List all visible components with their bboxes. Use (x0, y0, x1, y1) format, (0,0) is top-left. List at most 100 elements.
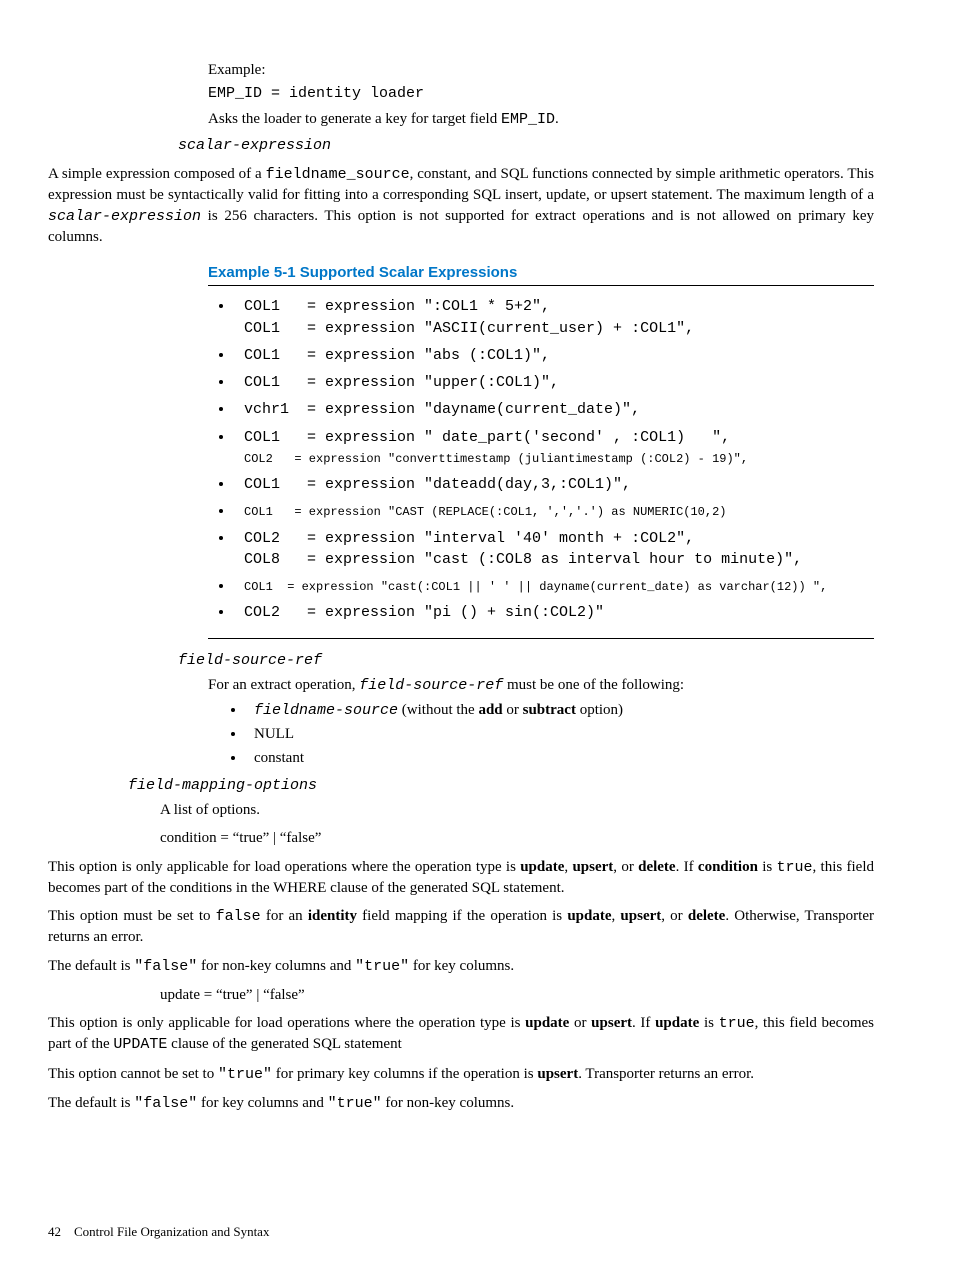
footer-title: Control File Organization and Syntax (74, 1224, 269, 1239)
text: field mapping if the operation is (357, 908, 567, 924)
code-line: COL2 = expression "interval '40' month +… (244, 530, 694, 547)
list-item: NULL (246, 724, 874, 744)
text: for key columns and (197, 1095, 327, 1111)
list-item: COL1 = expression "dateadd(day,3,:COL1)"… (234, 474, 874, 495)
text: The default is (48, 958, 134, 974)
inline-code: "true" (218, 1066, 272, 1083)
bold: upsert (572, 859, 613, 875)
inline-code: scalar-expression (48, 208, 201, 225)
condition-p1: This option is only applicable for load … (48, 857, 874, 899)
bold: condition (698, 859, 758, 875)
inline-code: true (719, 1015, 755, 1032)
page-footer: 42 Control File Organization and Syntax (48, 1223, 269, 1241)
inline-code: true (777, 859, 813, 876)
code-line: COL1 = expression ":COL1 * 5+2", (244, 298, 550, 315)
inline-code: false (216, 908, 261, 925)
bold: update (567, 908, 611, 924)
example-rule-top (208, 285, 874, 286)
list-item: COL1 = expression "upper(:COL1)", (234, 372, 874, 393)
list-item: constant (246, 748, 874, 768)
text: is (699, 1015, 718, 1031)
text: (without the (398, 702, 478, 718)
text: . If (632, 1015, 655, 1031)
inline-code: field-source-ref (359, 677, 503, 694)
list-item: fieldname-source (without the add or sub… (246, 700, 874, 721)
text: must be one of the following: (503, 677, 684, 693)
list-item: COL1 = expression ":COL1 * 5+2", COL1 = … (234, 296, 874, 339)
text: or (503, 702, 523, 718)
scalar-heading: scalar-expression (178, 136, 874, 156)
list-item: COL2 = expression "pi () + sin(:COL2)" (234, 602, 874, 623)
bold: add (478, 702, 502, 718)
inline-code: "false" (134, 1095, 197, 1112)
bold: update (655, 1015, 699, 1031)
condition-line: condition = “true” | “false” (160, 828, 874, 848)
field-mapping-options-heading: field-mapping-options (128, 776, 874, 796)
text: A simple expression composed of a (48, 166, 266, 182)
code-line: COL1 = expression "upper(:COL1)", (244, 374, 559, 391)
bold: delete (688, 908, 725, 924)
page-number: 42 (48, 1224, 61, 1239)
condition-p2: This option must be set to false for an … (48, 906, 874, 948)
text: for an (261, 908, 308, 924)
text: This option must be set to (48, 908, 216, 924)
code-line: COL1 = expression "dateadd(day,3,:COL1)"… (244, 476, 631, 493)
text: , or (661, 908, 688, 924)
inline-code: UPDATE (113, 1036, 167, 1053)
text: for non-key columns and (197, 958, 355, 974)
list-item: COL1 = expression "CAST (REPLACE(:COL1, … (234, 501, 874, 521)
bold: update (520, 859, 564, 875)
text: for non-key columns. (382, 1095, 514, 1111)
text: The default is (48, 1095, 134, 1111)
text: For an extract operation, (208, 677, 359, 693)
text: option) (576, 702, 623, 718)
field-mapping-options-desc: A list of options. (160, 800, 874, 820)
condition-p3: The default is "false" for non-key colum… (48, 956, 874, 977)
update-p1: This option is only applicable for load … (48, 1013, 874, 1056)
bold: upsert (620, 908, 661, 924)
inline-code: fieldname_source (266, 166, 410, 183)
example-label: Example: (208, 60, 874, 80)
code-line: COL1 = expression " date_part('second' ,… (244, 429, 730, 446)
code-line: COL2 = expression "pi () + sin(:COL2)" (244, 604, 604, 621)
list-item: COL2 = expression "interval '40' month +… (234, 528, 874, 571)
bold: delete (638, 859, 675, 875)
bold: subtract (523, 702, 576, 718)
scalar-desc: A simple expression composed of a fieldn… (48, 164, 874, 247)
field-source-ref-desc: For an extract operation, field-source-r… (208, 675, 874, 696)
text: . If (676, 859, 698, 875)
field-source-ref-heading: field-source-ref (178, 651, 874, 671)
text: is (758, 859, 777, 875)
bold: upsert (537, 1066, 578, 1082)
text: This option cannot be set to (48, 1066, 218, 1082)
example-list: COL1 = expression ":COL1 * 5+2", COL1 = … (234, 296, 874, 623)
text: for primary key columns if the operation… (272, 1066, 537, 1082)
inline-code: fieldname-source (254, 702, 398, 719)
bold: update (525, 1015, 569, 1031)
text: clause of the generated SQL statement (167, 1036, 401, 1052)
code-line: COL1 = expression "ASCII(current_user) +… (244, 320, 694, 337)
example-5-1-title: Example 5-1 Supported Scalar Expressions (208, 263, 874, 283)
code-line: COL8 = expression "cast (:COL8 as interv… (244, 551, 802, 568)
text: for key columns. (409, 958, 514, 974)
code-line: vchr1 = expression "dayname(current_date… (244, 401, 640, 418)
code-line: COL1 = expression "cast(:COL1 || ' ' || … (244, 580, 827, 594)
text: This option is only applicable for load … (48, 1015, 525, 1031)
bold: identity (308, 908, 357, 924)
inline-code: "true" (328, 1095, 382, 1112)
text: This option is only applicable for load … (48, 859, 520, 875)
example-code: EMP_ID = identity loader (208, 84, 874, 104)
text: . (555, 111, 559, 127)
code-line: COL1 = expression "CAST (REPLACE(:COL1, … (244, 505, 726, 519)
update-line: update = “true” | “false” (160, 985, 874, 1005)
text: Asks the loader to generate a key for ta… (208, 111, 501, 127)
list-item: vchr1 = expression "dayname(current_date… (234, 399, 874, 420)
example-5-1-box: COL1 = expression ":COL1 * 5+2", COL1 = … (48, 296, 874, 623)
text: or (569, 1015, 591, 1031)
update-p2: This option cannot be set to "true" for … (48, 1064, 874, 1085)
text: , or (613, 859, 638, 875)
list-item: COL1 = expression "cast(:COL1 || ' ' || … (234, 576, 874, 596)
code-line: COL2 = expression "converttimestamp (jul… (244, 452, 748, 466)
text: . Transporter returns an error. (578, 1066, 754, 1082)
list-item: COL1 = expression " date_part('second' ,… (234, 427, 874, 469)
